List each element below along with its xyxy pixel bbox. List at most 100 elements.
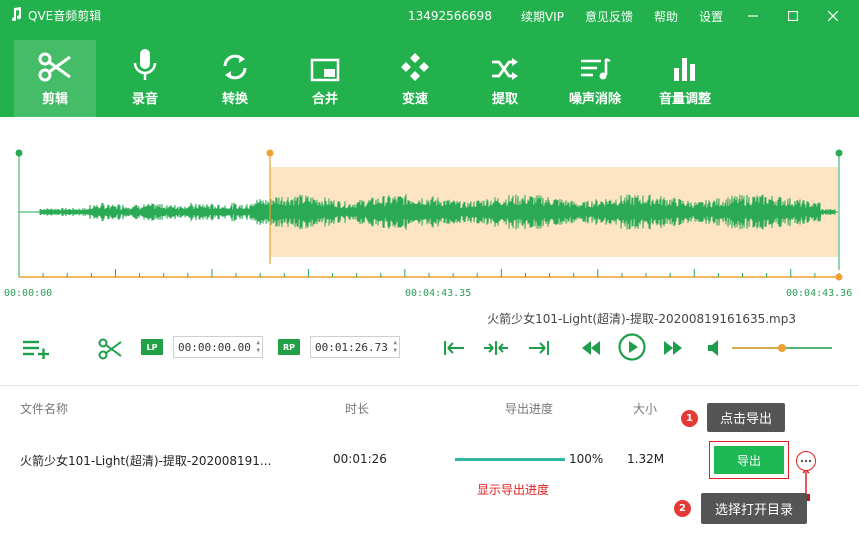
convert-icon bbox=[223, 54, 247, 80]
mute-button[interactable] bbox=[705, 338, 725, 358]
rewind-icon bbox=[582, 341, 600, 355]
timeline-start-label: 00:00:00 bbox=[4, 288, 53, 299]
music-note-icon bbox=[10, 7, 22, 24]
app-title: QVE音频剪辑 bbox=[28, 9, 102, 23]
speaker-icon bbox=[708, 340, 718, 356]
add-list-button[interactable] bbox=[22, 338, 50, 360]
more-dots-icon bbox=[800, 459, 812, 463]
go-to-middle-button[interactable] bbox=[483, 336, 509, 360]
tool-label: 噪声消除 bbox=[568, 92, 621, 107]
volume-slider[interactable] bbox=[731, 342, 833, 354]
tool-label: 变速 bbox=[401, 92, 428, 107]
header-duration: 时长 bbox=[345, 402, 370, 416]
right-boundary-handle[interactable] bbox=[835, 149, 843, 157]
row-duration: 00:01:26 bbox=[333, 452, 387, 466]
scissors-icon bbox=[98, 338, 122, 360]
tool-label: 录音 bbox=[131, 92, 158, 107]
close-icon bbox=[828, 11, 838, 21]
header-filename: 文件名称 bbox=[20, 402, 69, 416]
maximize-button[interactable] bbox=[783, 6, 803, 26]
minimize-button[interactable] bbox=[743, 6, 763, 26]
step-1-badge: 1 bbox=[681, 410, 698, 427]
header-size: 大小 bbox=[633, 402, 658, 416]
settings-link[interactable]: 设置 bbox=[699, 8, 723, 25]
rp-time-value: 00:01:26.73 bbox=[315, 340, 388, 354]
tool-label: 提取 bbox=[491, 92, 518, 107]
fast-forward-button[interactable] bbox=[662, 336, 684, 360]
rp-time-input[interactable]: 00:01:26.73 ▲ ▼ bbox=[310, 336, 400, 358]
tool-convert[interactable]: 转换 bbox=[194, 40, 276, 117]
skip-end-icon bbox=[529, 341, 549, 355]
playback-controls: LP 00:00:00.00 ▲ ▼ RP 00:01:26.73 ▲ ▼ bbox=[0, 330, 859, 366]
export-button[interactable]: 导出 bbox=[714, 446, 784, 474]
tool-label: 剪辑 bbox=[41, 92, 68, 107]
cut-button[interactable] bbox=[97, 336, 123, 362]
app-window: QVE音频剪辑 13492566698 续期VIP 意见反馈 帮助 设置 剪辑 … bbox=[0, 0, 859, 540]
tool-speed[interactable]: 变速 bbox=[374, 40, 456, 117]
tool-volume[interactable]: 音量调整 bbox=[644, 40, 726, 117]
skip-start-icon bbox=[444, 341, 464, 355]
main-toolbar: 剪辑 录音 转换 合并 变速 提取 噪声消除 音量调整 bbox=[14, 40, 734, 117]
tool-merge[interactable]: 合并 bbox=[284, 40, 366, 117]
title-area: QVE音频剪辑 bbox=[10, 7, 101, 24]
rewind-button[interactable] bbox=[580, 336, 602, 360]
fast-forward-icon bbox=[664, 341, 682, 355]
minimize-icon bbox=[748, 15, 758, 17]
shuffle-icon bbox=[492, 58, 518, 80]
go-to-end-button[interactable] bbox=[527, 336, 551, 360]
lp-time-value: 00:00:00.00 bbox=[178, 340, 251, 354]
timeline-mid-label: 00:04:43.35 bbox=[405, 288, 472, 299]
rp-tag: RP bbox=[278, 339, 300, 355]
playlist-add-icon bbox=[23, 340, 49, 359]
left-boundary-handle[interactable] bbox=[15, 149, 23, 157]
playhead-handle[interactable] bbox=[835, 273, 843, 281]
row-progress-text: 100% bbox=[569, 452, 604, 466]
microphone-icon bbox=[133, 49, 157, 80]
volume-bars-icon bbox=[674, 58, 695, 81]
tool-label: 转换 bbox=[221, 92, 248, 107]
timeline-ticks bbox=[18, 269, 840, 277]
step-2-badge: 2 bbox=[674, 500, 691, 517]
renew-vip-link[interactable]: 续期VIP bbox=[521, 8, 564, 25]
tooltip-step-1: 点击导出 bbox=[707, 403, 785, 432]
maximize-icon bbox=[788, 11, 798, 21]
row-filename: 火箭少女101-Light(超清)-提取-202008191... bbox=[20, 454, 272, 468]
play-button[interactable] bbox=[617, 332, 647, 362]
waveform-editor[interactable] bbox=[0, 117, 859, 307]
tool-label: 音量调整 bbox=[658, 92, 711, 107]
feedback-link[interactable]: 意见反馈 bbox=[585, 8, 633, 25]
help-link[interactable]: 帮助 bbox=[654, 8, 678, 25]
center-icon bbox=[484, 341, 508, 355]
tool-denoise[interactable]: 噪声消除 bbox=[554, 40, 636, 117]
lp-time-input[interactable]: 00:00:00.00 ▲ ▼ bbox=[173, 336, 263, 358]
timeline-end-label: 00:04:43.36 bbox=[786, 288, 853, 299]
lp-tag: LP bbox=[141, 339, 163, 355]
more-options-button[interactable] bbox=[796, 451, 816, 471]
speed-icon bbox=[401, 53, 429, 81]
row-size: 1.32M bbox=[627, 452, 665, 466]
tool-cut[interactable]: 剪辑 bbox=[14, 40, 96, 117]
tool-label: 合并 bbox=[311, 92, 338, 107]
user-phone: 13492566698 bbox=[407, 9, 492, 23]
current-file-name: 火箭少女101-Light(超清)-提取-20200819161635.mp3 bbox=[487, 312, 796, 326]
header-progress: 导出进度 bbox=[505, 402, 554, 416]
merge-icon bbox=[310, 58, 340, 82]
spinner-icon[interactable]: ▲ ▼ bbox=[256, 339, 260, 355]
progress-annotation: 显示导出进度 bbox=[477, 483, 550, 497]
scissors-icon bbox=[38, 52, 71, 82]
export-progress-bar bbox=[455, 458, 565, 461]
tool-extract[interactable]: 提取 bbox=[464, 40, 546, 117]
selection-start-handle[interactable] bbox=[266, 149, 274, 157]
title-actions: 13492566698 续期VIP 意见反馈 帮助 设置 bbox=[408, 0, 859, 32]
top-bar: QVE音频剪辑 13492566698 续期VIP 意见反馈 帮助 设置 剪辑 … bbox=[0, 0, 859, 117]
spinner-icon[interactable]: ▲ ▼ bbox=[393, 339, 397, 355]
go-to-start-button[interactable] bbox=[442, 336, 466, 360]
title-bar: QVE音频剪辑 13492566698 续期VIP 意见反馈 帮助 设置 bbox=[0, 0, 859, 32]
play-icon bbox=[618, 333, 646, 361]
tool-record[interactable]: 录音 bbox=[104, 40, 186, 117]
close-button[interactable] bbox=[823, 6, 843, 26]
section-divider bbox=[0, 385, 859, 386]
volume-knob[interactable] bbox=[778, 344, 786, 352]
noise-icon bbox=[581, 58, 611, 80]
tooltip-step-2: 选择打开目录 bbox=[701, 493, 807, 524]
